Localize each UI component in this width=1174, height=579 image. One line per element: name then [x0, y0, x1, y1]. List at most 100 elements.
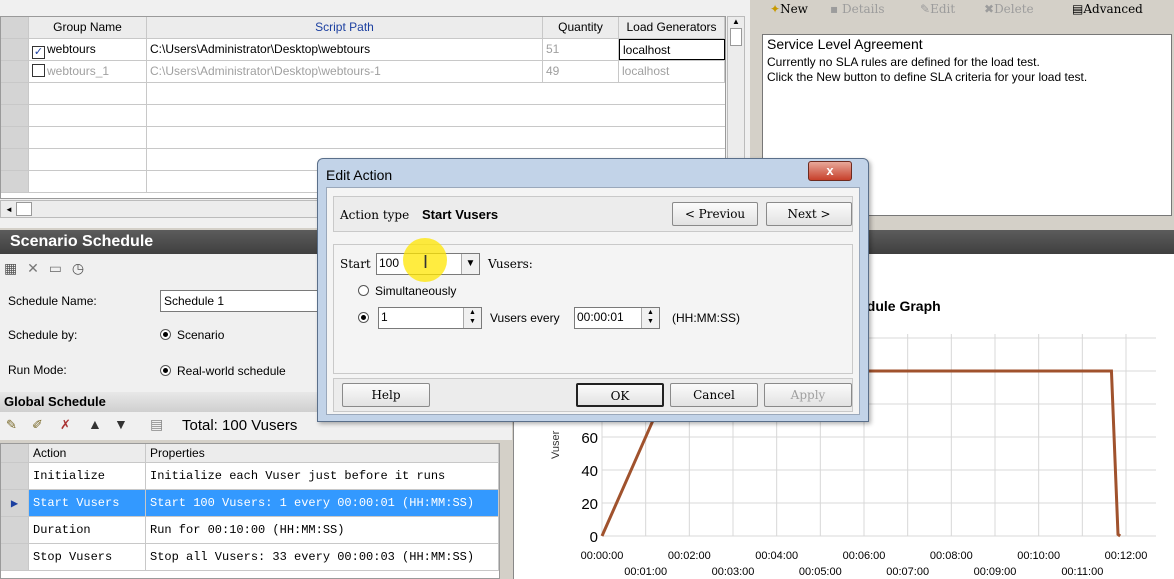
cancel-button[interactable]: Cancel [670, 383, 758, 407]
delete-button[interactable]: ✖Delete [984, 2, 1034, 16]
y-axis-label: Vuser [550, 430, 562, 459]
schedule-clock-icon[interactable]: ◷ [72, 260, 84, 276]
details-icon: ▪ [830, 2, 839, 16]
load-generator-field[interactable]: localhost [619, 61, 725, 82]
rename-schedule-icon[interactable]: ▭ [49, 260, 62, 276]
stepper-arrows-icon[interactable]: ▲ ▼ [463, 308, 481, 328]
new-sla-button[interactable]: ✦New [770, 2, 808, 16]
col-script-path[interactable]: Script Path [147, 17, 543, 38]
ok-button[interactable]: OK [576, 383, 664, 407]
help-button[interactable]: Help [342, 383, 430, 407]
interval-unit-label: (HH:MM:SS) [672, 311, 740, 325]
radio-icon [160, 365, 171, 376]
col-action[interactable]: Action [29, 444, 146, 462]
schedule-by-label: Schedule by: [8, 328, 78, 342]
table-row[interactable]: ✓ webtours C:\Users\Administrator\Desktop… [1, 39, 725, 61]
dialog-title: Edit Action [326, 167, 393, 183]
x-tick-label: 00:00:00 [581, 550, 624, 562]
x-tick-label: 00:07:00 [886, 566, 929, 578]
col-quantity[interactable]: Quantity [543, 17, 619, 38]
empty-row [1, 127, 725, 149]
sla-title: Service Level Agreement [767, 36, 923, 52]
apply-button[interactable]: Apply [764, 383, 852, 407]
start-label: Start [340, 257, 371, 271]
radio-icon [160, 329, 171, 340]
chevron-down-icon[interactable]: ▼ [461, 254, 479, 274]
close-button[interactable]: x [808, 161, 852, 181]
dialog-body: Action type Start Vusers < Previou Next … [326, 187, 860, 415]
previous-button[interactable]: < Previou [672, 202, 758, 226]
script-path: C:\Users\Administrator\Desktop\webtours [147, 39, 543, 60]
edit-button[interactable]: ✎Edit [920, 2, 955, 16]
x-tick-label: 00:03:00 [712, 566, 755, 578]
action-properties: Initialize each Vuser just before it run… [146, 463, 499, 489]
x-tick-label: 00:02:00 [668, 550, 711, 562]
simultaneously-radio[interactable]: Simultaneously [358, 284, 456, 298]
next-button[interactable]: Next > [766, 202, 852, 226]
row-selected-arrow-icon: ▶ [1, 490, 29, 516]
vusers-label: Vusers: [488, 257, 533, 271]
table-row[interactable]: Initialize Initialize each Vuser just be… [1, 463, 499, 490]
advanced-icon: ▤ [1072, 2, 1084, 16]
start-vusers-value: 100 [379, 256, 400, 270]
scroll-left-icon[interactable]: ◄ [1, 205, 13, 214]
table-row[interactable]: Duration Run for 00:10:00 (HH:MM:SS) [1, 517, 499, 544]
schedule-name-label: Schedule Name: [8, 294, 97, 308]
x-tick-label: 00:11:00 [1061, 566, 1103, 578]
total-vusers: Total: 100 Vusers [182, 417, 298, 434]
scroll-thumb[interactable] [16, 201, 33, 216]
action-properties: Stop all Vusers: 33 every 00:00:03 (HH:M… [146, 544, 499, 570]
sla-message-2: Click the New button to define SLA crite… [767, 70, 1088, 84]
table-row[interactable]: ▶ Start Vusers Start 100 Vusers: 1 every… [1, 490, 499, 517]
x-tick-label: 00:10:00 [1017, 550, 1060, 562]
script-path: C:\Users\Administrator\Desktop\webtours-… [147, 61, 543, 82]
scroll-thumb[interactable] [730, 28, 742, 46]
scroll-up-icon[interactable]: ▲ [728, 17, 744, 26]
x-tick-label: 00:04:00 [755, 550, 798, 562]
quantity: 49 [543, 61, 619, 82]
advanced-button[interactable]: ▤Advanced [1072, 2, 1143, 16]
delete-schedule-icon[interactable]: ✕ [27, 260, 39, 276]
quantity: 51 [543, 39, 619, 60]
table-row[interactable]: Stop Vusers Stop all Vusers: 33 every 00… [1, 544, 499, 571]
group-enabled-checkbox[interactable] [32, 64, 45, 77]
empty-row [1, 83, 725, 105]
move-up-icon[interactable]: ▲ [88, 416, 102, 432]
copy-icon[interactable]: ▤ [150, 416, 163, 433]
action-name: Stop Vusers [29, 544, 146, 570]
action-type-bar: Action type Start Vusers < Previou Next … [333, 196, 853, 232]
dialog-button-bar: Help OK Cancel Apply [333, 378, 853, 412]
delete-action-icon[interactable]: ✗ [60, 417, 71, 433]
gradual-radio[interactable] [358, 311, 375, 325]
run-mode-real-world-radio[interactable]: Real-world schedule [160, 364, 286, 378]
new-icon: ✦ [770, 2, 781, 16]
global-schedule-table: Action Properties Initialize Initialize … [0, 443, 500, 579]
move-down-icon[interactable]: ▼ [114, 416, 128, 432]
schedule-by-scenario-radio[interactable]: Scenario [160, 328, 224, 342]
sla-toolbar: ✦New ▪ Details ✎Edit ✖Delete ▤Advanced [752, 0, 1174, 20]
table-row[interactable]: webtours_1 C:\Users\Administrator\Deskto… [1, 61, 725, 83]
radio-icon [358, 285, 369, 296]
details-button[interactable]: ▪ Details [830, 2, 885, 16]
text-cursor-icon: I [423, 252, 429, 272]
sla-message-1: Currently no SLA rules are defined for t… [767, 55, 1040, 69]
graph-title: edule Graph [859, 298, 941, 314]
add-action-icon[interactable]: ✎ [6, 417, 17, 433]
load-generator-field[interactable]: localhost [619, 39, 725, 60]
stepper-arrows-icon[interactable]: ▲ ▼ [641, 308, 659, 328]
col-load-generators[interactable]: Load Generators [619, 17, 725, 38]
interval-stepper[interactable]: 00:00:01 ▲ ▼ [574, 307, 660, 329]
radio-icon [358, 312, 369, 323]
x-tick-label: 00:06:00 [843, 550, 886, 562]
col-properties[interactable]: Properties [146, 444, 499, 462]
vusers-every-label: Vusers every [490, 311, 560, 325]
group-enabled-checkbox[interactable]: ✓ [32, 46, 45, 59]
vusers-count-stepper[interactable]: 1 ▲ ▼ [378, 307, 482, 329]
edit-action-icon[interactable]: ✐ [32, 417, 43, 433]
new-schedule-icon[interactable]: ▦ [4, 260, 17, 276]
col-group-name[interactable]: Group Name [29, 17, 147, 38]
action-name: Start Vusers [29, 490, 146, 516]
x-tick-label: 00:01:00 [624, 566, 667, 578]
action-properties: Run for 00:10:00 (HH:MM:SS) [146, 517, 499, 543]
x-tick-label: 00:12:00 [1105, 550, 1148, 562]
